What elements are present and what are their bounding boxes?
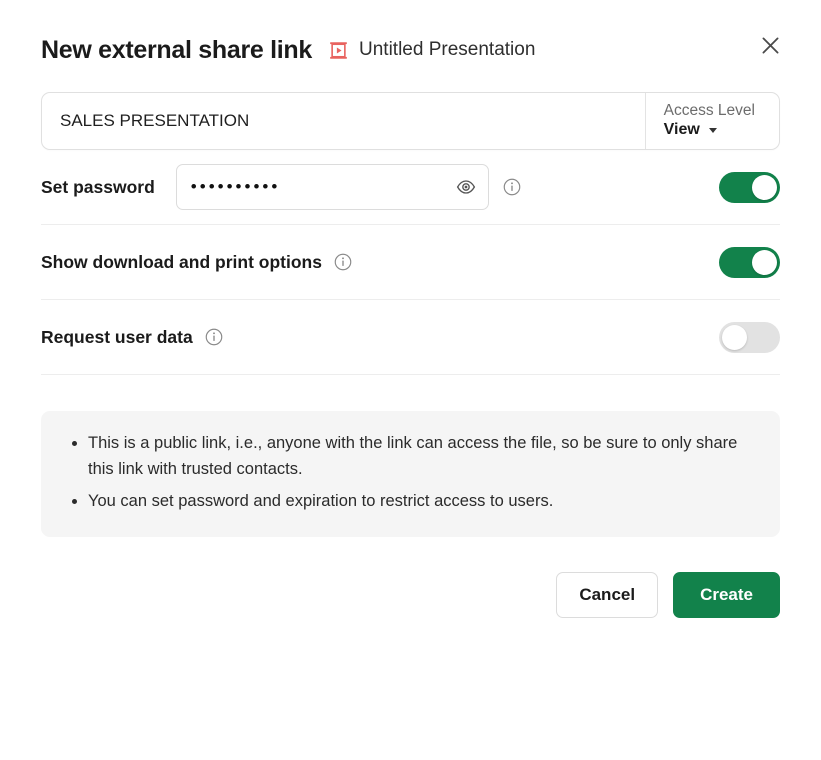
set-password-label: Set password xyxy=(41,177,155,198)
toggle-knob xyxy=(722,325,747,350)
password-input[interactable] xyxy=(177,177,488,197)
info-icon[interactable] xyxy=(205,328,223,346)
option-row-request-user-data: Request user data xyxy=(41,300,780,375)
dialog-header: New external share link Untitled Present… xyxy=(41,0,780,92)
page-title: New external share link xyxy=(41,36,312,65)
access-level-value: View xyxy=(664,121,700,140)
request-user-data-toggle[interactable] xyxy=(719,322,780,353)
presentation-icon xyxy=(329,41,348,60)
dialog-footer: Cancel Create xyxy=(41,572,780,618)
eye-icon xyxy=(456,177,476,197)
show-download-print-toggle[interactable] xyxy=(719,247,780,278)
toggle-knob xyxy=(752,175,777,200)
link-name-row: Access Level View xyxy=(41,92,780,150)
file-name: Untitled Presentation xyxy=(359,39,535,61)
set-password-toggle[interactable] xyxy=(719,172,780,203)
show-download-print-label: Show download and print options xyxy=(41,252,322,273)
share-link-dialog: New external share link Untitled Present… xyxy=(0,0,821,760)
cancel-button[interactable]: Cancel xyxy=(556,572,658,618)
option-row-show-download-print: Show download and print options xyxy=(41,225,780,300)
notes-box: This is a public link, i.e., anyone with… xyxy=(41,411,780,537)
close-button[interactable] xyxy=(753,28,787,62)
option-row-set-password: Set password xyxy=(41,150,780,225)
toggle-password-visibility-button[interactable] xyxy=(454,175,478,199)
close-icon xyxy=(761,36,780,55)
access-level-dropdown[interactable]: Access Level View xyxy=(645,93,779,149)
list-item: You can set password and expiration to r… xyxy=(88,489,754,515)
access-level-value-wrap: View xyxy=(664,121,755,140)
list-item: This is a public link, i.e., anyone with… xyxy=(88,431,754,482)
link-name-input[interactable] xyxy=(42,93,645,149)
file-chip: Untitled Presentation xyxy=(329,39,535,61)
create-button[interactable]: Create xyxy=(673,572,780,618)
request-user-data-label: Request user data xyxy=(41,327,193,348)
password-field xyxy=(176,164,489,210)
info-icon[interactable] xyxy=(503,178,521,196)
toggle-knob xyxy=(752,250,777,275)
chevron-down-icon xyxy=(709,128,717,133)
notes-list: This is a public link, i.e., anyone with… xyxy=(67,431,754,515)
access-level-label: Access Level xyxy=(664,102,755,120)
info-icon[interactable] xyxy=(334,253,352,271)
